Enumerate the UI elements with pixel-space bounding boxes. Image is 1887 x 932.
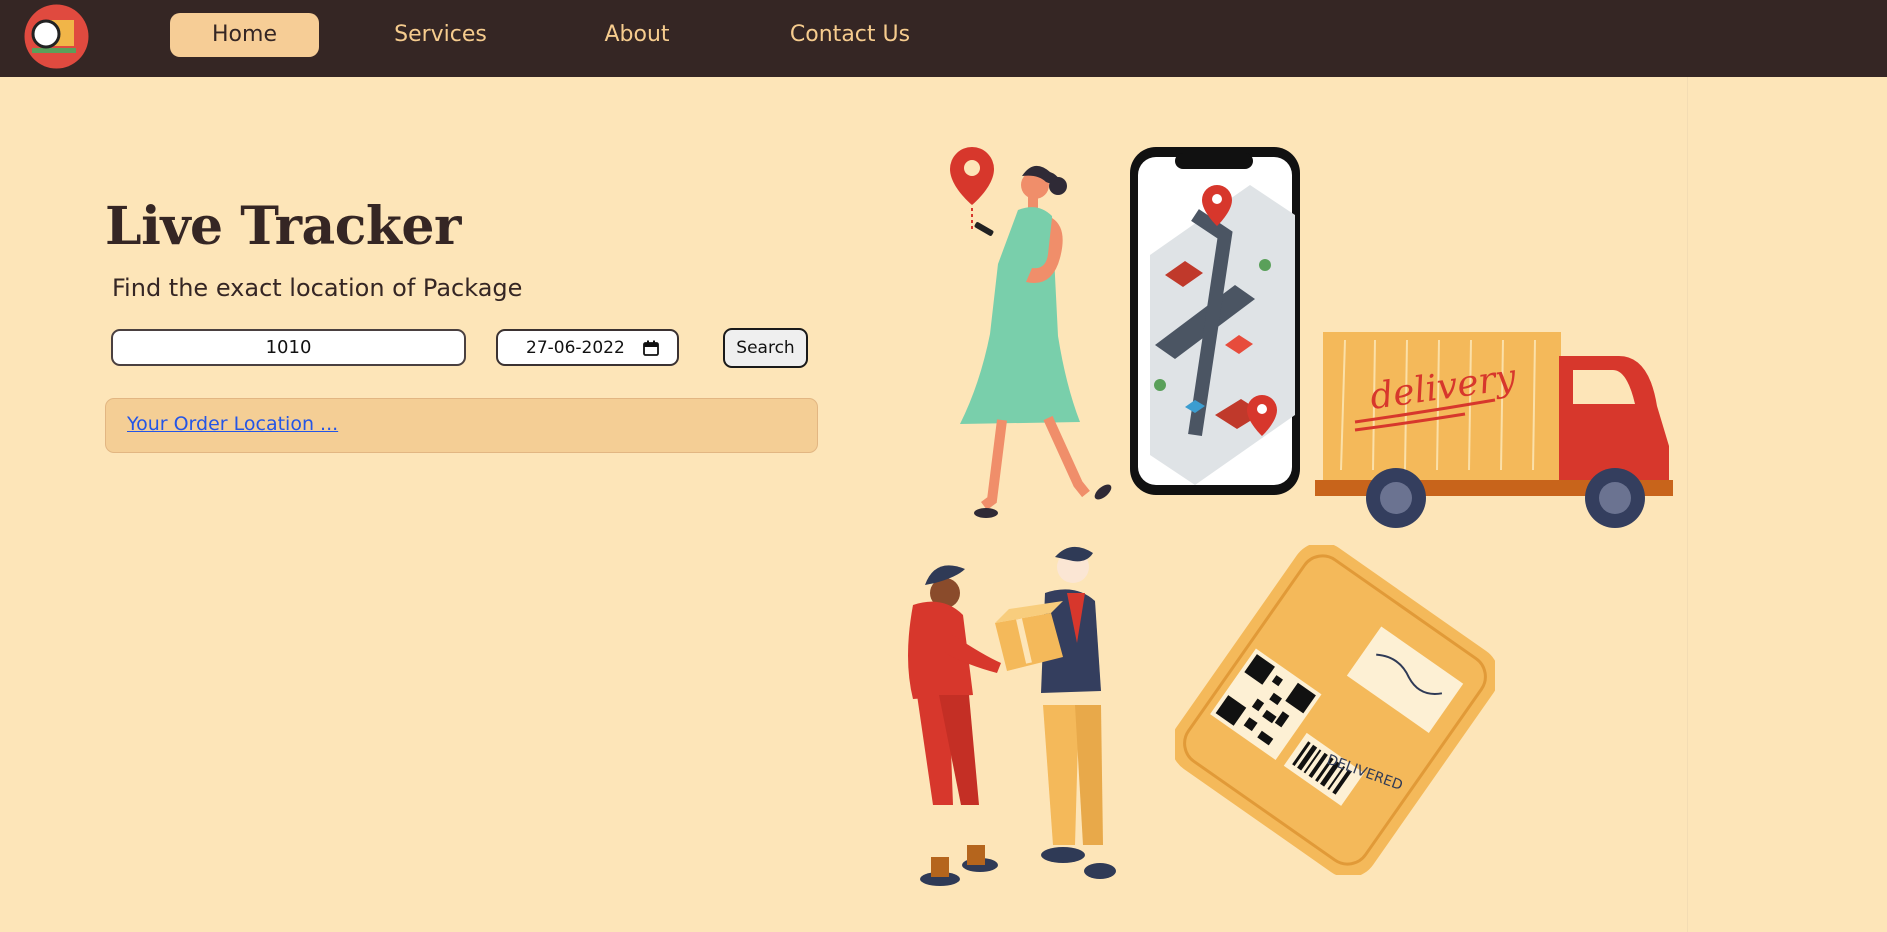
phone-map-illustration: [1130, 147, 1300, 495]
navbar: Home Services About Contact Us: [0, 0, 1887, 77]
page-divider: [1687, 77, 1688, 932]
order-location-link[interactable]: Your Order Location ...: [127, 413, 338, 435]
woman-walking-illustration: [950, 147, 1112, 518]
date-input[interactable]: 27-06-2022: [496, 329, 679, 366]
nav-contact-us[interactable]: Contact Us: [770, 13, 930, 57]
handover-illustration: [908, 546, 1116, 886]
delivery-truck-illustration: delivery: [1315, 332, 1673, 528]
order-location-panel: Your Order Location ...: [105, 398, 818, 453]
order-id-input[interactable]: [111, 329, 466, 366]
nav-services[interactable]: Services: [373, 13, 508, 57]
logo-icon[interactable]: [24, 4, 89, 69]
calendar-icon[interactable]: [643, 340, 659, 356]
date-value: 27-06-2022: [526, 338, 625, 358]
search-button[interactable]: Search: [723, 328, 808, 368]
nav-about[interactable]: About: [584, 13, 690, 57]
page-title: Live Tracker: [105, 196, 461, 257]
package-qr-illustration: DELIVERED: [1175, 545, 1495, 875]
nav-home[interactable]: Home: [170, 13, 319, 57]
page-subtitle: Find the exact location of Package: [112, 274, 523, 302]
